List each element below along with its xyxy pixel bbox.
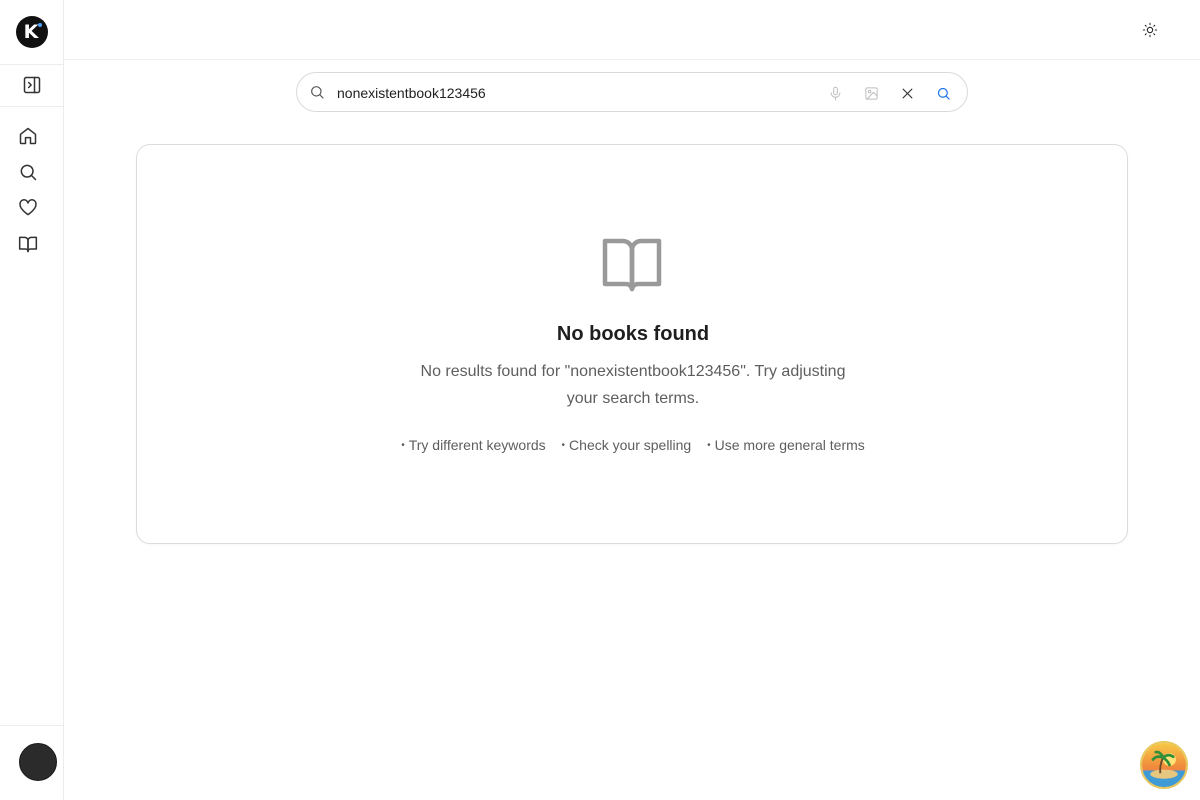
- empty-state-message: No results found for "nonexistentbook123…: [420, 363, 846, 407]
- close-icon: [902, 88, 912, 98]
- search-icon: [20, 164, 37, 181]
- search-input[interactable]: [337, 81, 807, 105]
- sidebar-item-library[interactable]: [14, 230, 42, 258]
- book-open-icon: [18, 236, 38, 253]
- sidebar-divider: [0, 725, 63, 726]
- tip-item: • Try different keywords: [401, 437, 546, 453]
- home-icon: [19, 127, 37, 145]
- heart-icon: [19, 199, 37, 216]
- sidebar-divider: [0, 106, 63, 107]
- sidebar: K: [0, 0, 64, 800]
- panel-expand-icon: [23, 76, 41, 94]
- tip-text: Use more general terms: [714, 437, 865, 453]
- empty-state-card: No books found No results found for "non…: [136, 144, 1128, 544]
- island-sunset-icon: [1142, 743, 1186, 787]
- tip-item: • Check your spelling: [561, 437, 692, 453]
- floating-assistant-button[interactable]: [1140, 741, 1188, 789]
- tip-item: • Use more general terms: [707, 437, 865, 453]
- tip-text: Check your spelling: [569, 437, 692, 453]
- sidebar-item-favorites[interactable]: [14, 194, 42, 222]
- clear-search-button[interactable]: [897, 83, 917, 103]
- empty-state-title: No books found: [556, 323, 710, 345]
- sidebar-item-home[interactable]: [14, 122, 42, 150]
- brand-logo-letter: K: [23, 21, 39, 43]
- book-open-icon: [601, 237, 663, 293]
- user-avatar[interactable]: [19, 743, 57, 781]
- image-icon: [864, 86, 878, 100]
- theme-toggle-button[interactable]: [1140, 20, 1160, 40]
- sidebar-divider: [0, 64, 63, 65]
- voice-search-button[interactable]: [825, 83, 845, 103]
- toggle-sidebar-button[interactable]: [18, 71, 46, 99]
- empty-state-tips: • Try different keywords • Check your spel…: [137, 437, 1129, 453]
- search-icon: [309, 84, 327, 102]
- brand-logo[interactable]: K: [16, 16, 48, 48]
- sun-icon: [1142, 22, 1158, 38]
- search-submit-button[interactable]: [933, 83, 953, 103]
- brand-logo-dot: [38, 23, 42, 27]
- search-submit-icon: [937, 87, 950, 100]
- image-search-button[interactable]: [861, 83, 881, 103]
- sidebar-item-search[interactable]: [14, 158, 42, 186]
- microphone-icon: [830, 86, 840, 100]
- top-header: [64, 0, 1200, 60]
- tip-text: Try different keywords: [408, 437, 546, 453]
- search-bar: [296, 72, 968, 112]
